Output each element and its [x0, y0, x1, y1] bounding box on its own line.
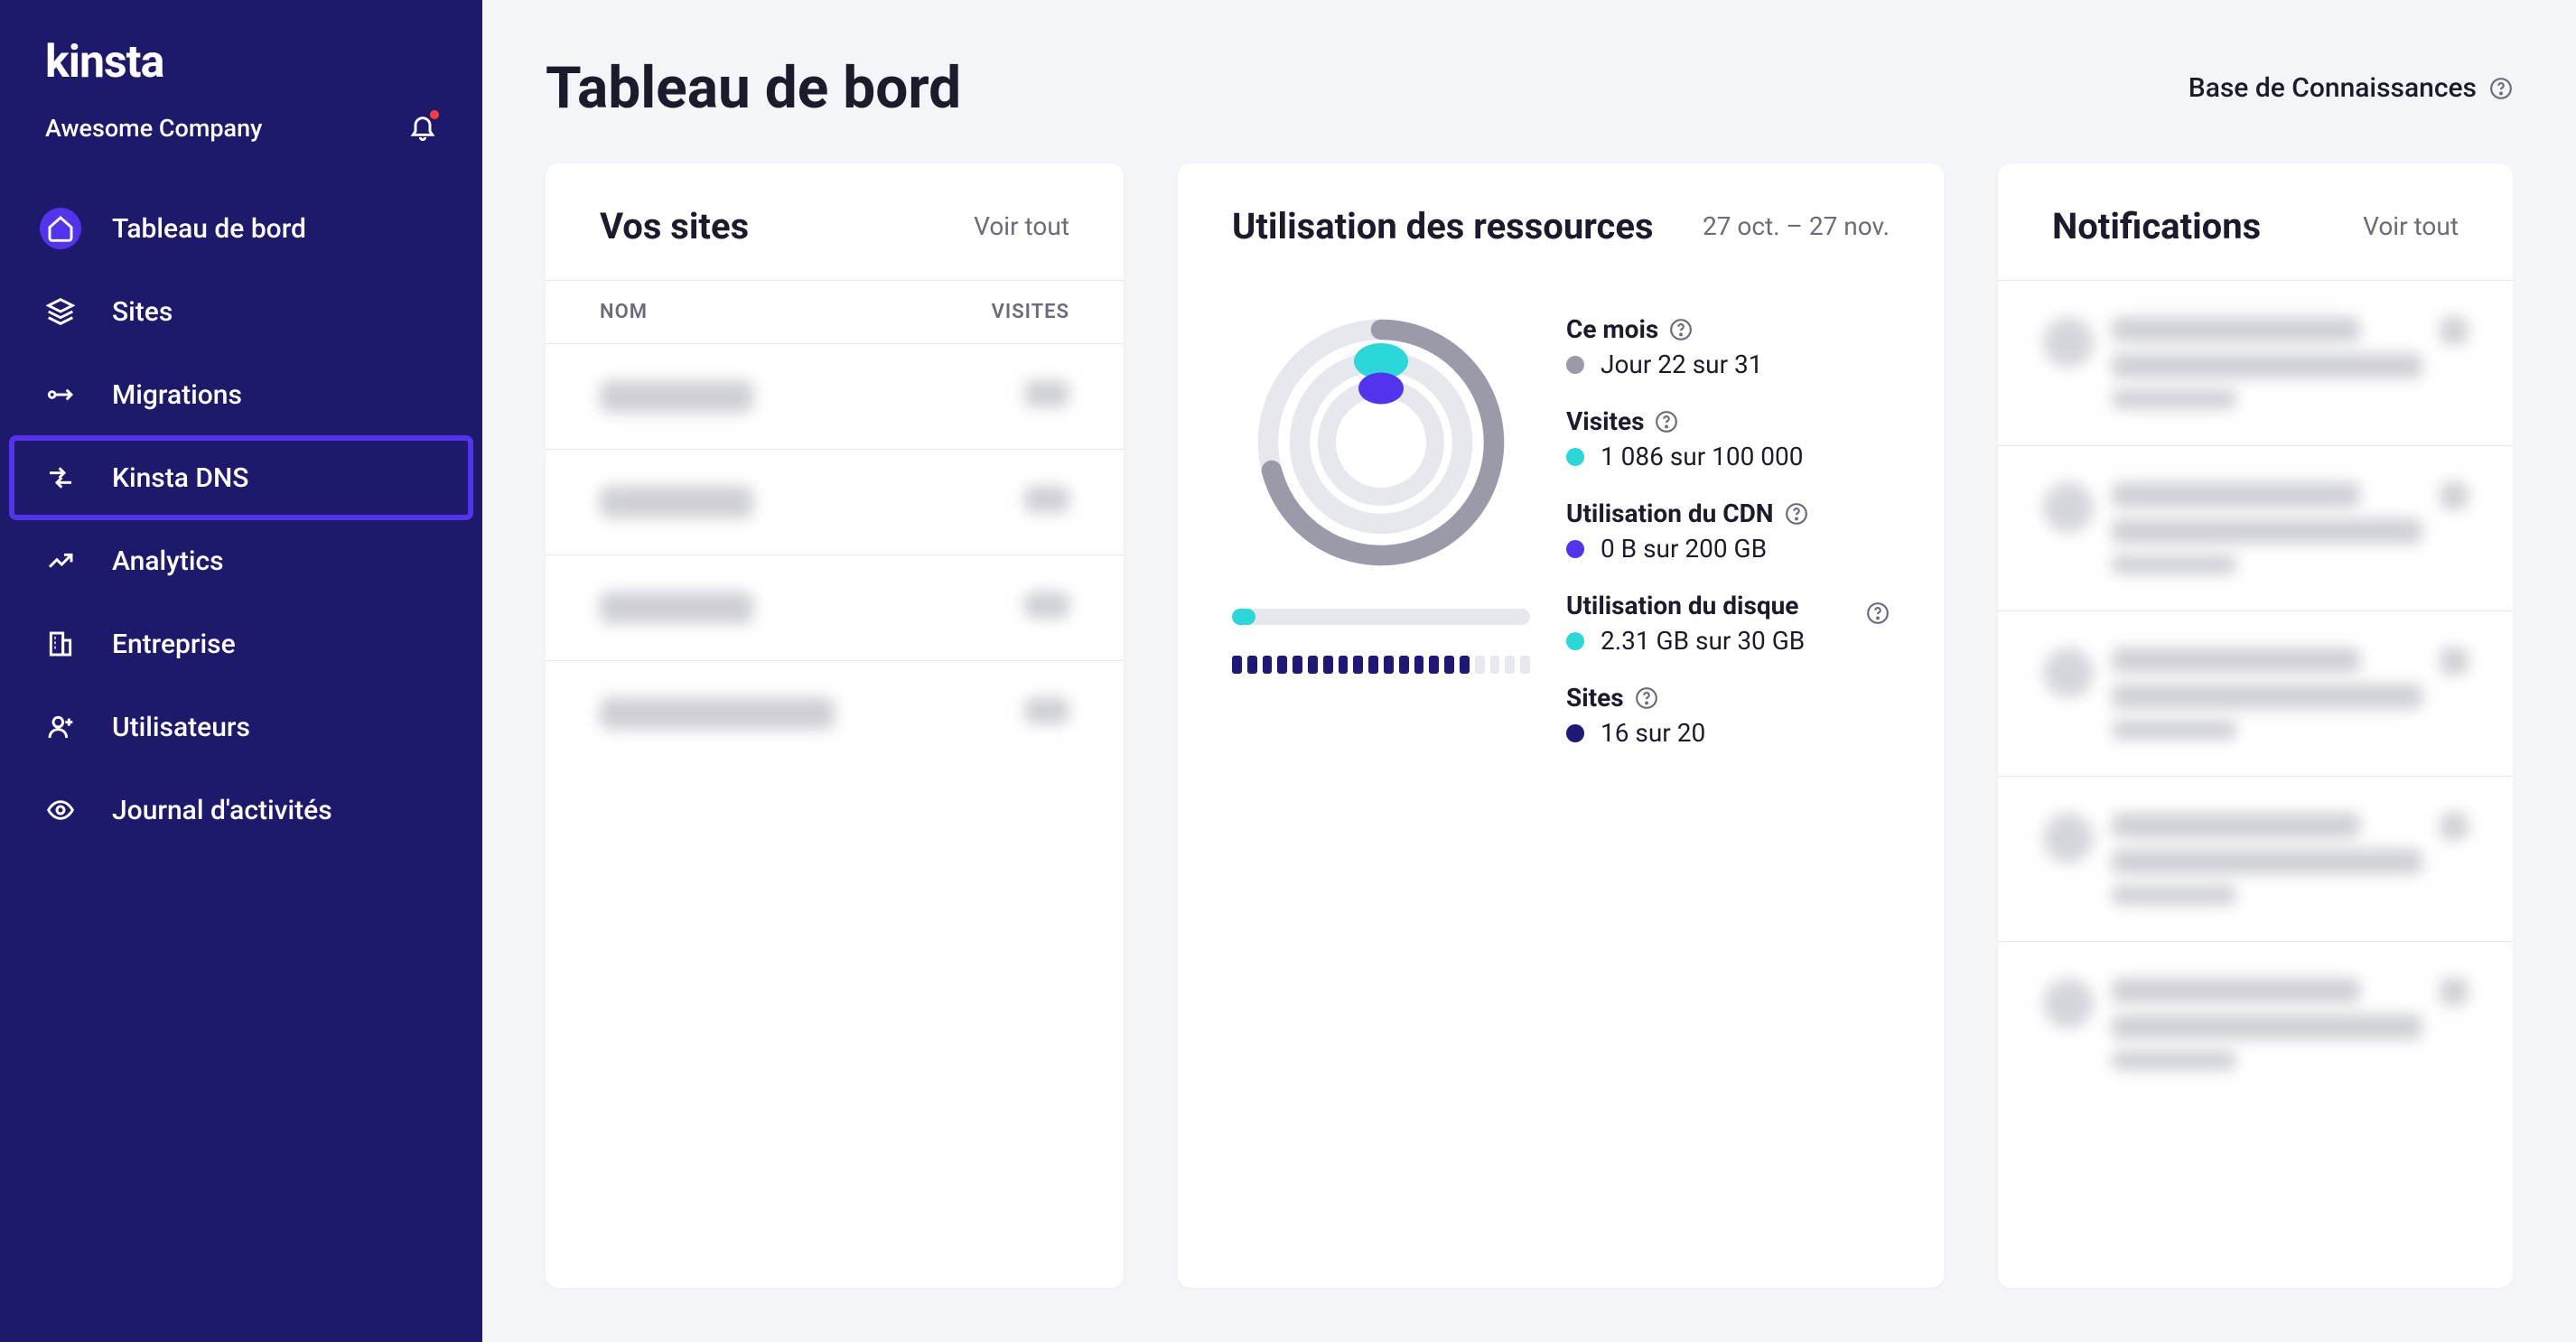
disk-bar-fill: [1232, 609, 1255, 625]
list-item[interactable]: [1998, 280, 2513, 445]
sidebar-item-label: Journal d'activités: [112, 795, 332, 826]
list-item[interactable]: [1998, 445, 2513, 610]
user-plus-icon: [40, 706, 81, 748]
notif-view-all-link[interactable]: Voir tout: [2363, 211, 2459, 241]
sidebar-item-sites[interactable]: Sites: [13, 273, 470, 350]
legend-dot: [1566, 448, 1584, 466]
list-item[interactable]: [1998, 610, 2513, 776]
usage-gauge: [1246, 307, 1517, 578]
legend-dot: [1566, 632, 1584, 650]
help-icon[interactable]: [1635, 686, 1658, 710]
sidebar-item-label: Kinsta DNS: [112, 462, 248, 494]
brand-logo: kinsta: [0, 36, 482, 107]
main: Tableau de bord Base de Connaissances Vo…: [482, 0, 2576, 1342]
help-icon[interactable]: [1866, 601, 1890, 625]
date-range: 27 oct. – 27 nov.: [1703, 211, 1890, 241]
sidebar-item-label: Sites: [112, 296, 173, 328]
sidebar-nav: Tableau de bord Sites Migrations Kinsta …: [0, 190, 482, 849]
bell-badge: [430, 110, 439, 119]
migrate-icon: [40, 374, 81, 415]
list-item[interactable]: [1998, 941, 2513, 1106]
stats-column: Ce mois Jour 22 sur 31 Visites 1 086 sur…: [1566, 307, 1890, 748]
sidebar-item-label: Tableau de bord: [112, 213, 306, 245]
table-row[interactable]: [546, 449, 1124, 555]
card-title: Vos sites: [600, 205, 749, 247]
list-item[interactable]: [1998, 776, 2513, 941]
building-icon: [40, 623, 81, 665]
page-title: Tableau de bord: [546, 54, 961, 122]
sites-view-all-link[interactable]: Voir tout: [974, 211, 1069, 241]
dashboard-cards: Vos sites Voir tout Nom Visites Utilisat…: [546, 163, 2513, 1288]
card-head: Utilisation des ressources 27 oct. – 27 …: [1178, 163, 1944, 280]
sidebar-item-label: Utilisateurs: [112, 712, 250, 743]
dns-icon: [40, 457, 81, 499]
resource-body: Ce mois Jour 22 sur 31 Visites 1 086 sur…: [1178, 280, 1944, 802]
table-row[interactable]: [546, 660, 1124, 766]
disk-bar: [1232, 609, 1530, 625]
company-name[interactable]: Awesome Company: [45, 114, 262, 143]
help-icon[interactable]: [1785, 502, 1808, 526]
card-resource-usage: Utilisation des ressources 27 oct. – 27 …: [1178, 163, 1944, 1288]
home-icon: [40, 208, 81, 249]
eye-icon: [40, 789, 81, 831]
help-icon: [2489, 77, 2513, 100]
card-head: Vos sites Voir tout: [546, 163, 1124, 280]
card-notifications: Notifications Voir tout: [1998, 163, 2513, 1288]
sidebar: kinsta Awesome Company Tableau de bord S…: [0, 0, 482, 1342]
stat-month: Ce mois Jour 22 sur 31: [1566, 314, 1890, 379]
col-visits: Visites: [943, 301, 1069, 323]
sidebar-item-activity[interactable]: Journal d'activités: [13, 771, 470, 849]
card-title: Utilisation des ressources: [1232, 205, 1654, 247]
sites-rows: [546, 343, 1124, 766]
sites-table-head: Nom Visites: [546, 280, 1124, 343]
stat-sites: Sites 16 sur 20: [1566, 683, 1890, 748]
stat-cdn: Utilisation du CDN 0 B sur 200 GB: [1566, 499, 1890, 564]
notifications-bell[interactable]: [408, 112, 437, 144]
knowledge-base-link[interactable]: Base de Connaissances: [2189, 72, 2513, 104]
sidebar-item-dns[interactable]: Kinsta DNS: [13, 439, 470, 517]
sidebar-item-analytics[interactable]: Analytics: [13, 522, 470, 600]
help-icon[interactable]: [1669, 318, 1693, 341]
card-sites: Vos sites Voir tout Nom Visites: [546, 163, 1124, 1288]
stat-disk: Utilisation du disque 2.31 GB sur 30 GB: [1566, 591, 1890, 656]
legend-dot: [1566, 724, 1584, 742]
kb-label: Base de Connaissances: [2189, 72, 2477, 104]
sidebar-item-enterprise[interactable]: Entreprise: [13, 605, 470, 683]
company-row: Awesome Company: [0, 107, 482, 190]
sidebar-item-label: Migrations: [112, 379, 242, 411]
sites-squares: [1232, 656, 1530, 674]
card-title: Notifications: [2052, 205, 2261, 247]
page-header: Tableau de bord Base de Connaissances: [546, 54, 2513, 122]
trend-icon: [40, 540, 81, 582]
card-head: Notifications Voir tout: [1998, 163, 2513, 280]
sidebar-item-users[interactable]: Utilisateurs: [13, 688, 470, 766]
help-icon[interactable]: [1655, 410, 1678, 433]
layers-icon: [40, 291, 81, 332]
table-row[interactable]: [546, 555, 1124, 660]
legend-dot: [1566, 540, 1584, 558]
legend-dot: [1566, 356, 1584, 374]
gauge-column: [1232, 307, 1530, 748]
table-row[interactable]: [546, 343, 1124, 449]
sidebar-item-dashboard[interactable]: Tableau de bord: [13, 190, 470, 267]
sidebar-item-label: Analytics: [112, 545, 224, 577]
col-name: Nom: [600, 301, 943, 323]
stat-visits: Visites 1 086 sur 100 000: [1566, 406, 1890, 471]
notif-rows: [1998, 280, 2513, 1106]
sidebar-item-migrations[interactable]: Migrations: [13, 356, 470, 433]
sidebar-item-label: Entreprise: [112, 629, 236, 660]
